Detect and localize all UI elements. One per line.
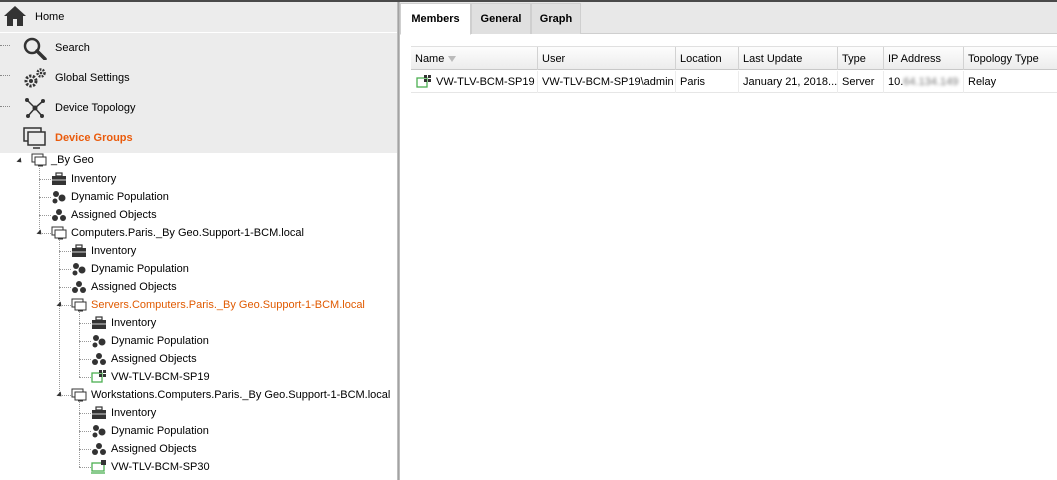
tree-label: VW-TLV-BCM-SP30 (111, 461, 210, 473)
expand-toggle[interactable] (56, 391, 64, 399)
assigned-objects-icon (72, 281, 86, 293)
nav-search-label: Search (55, 42, 90, 54)
column-header-type[interactable]: Type (838, 47, 884, 70)
tree-label: Computers.Paris._By Geo.Support-1-BCM.lo… (71, 227, 304, 239)
gears-icon (24, 68, 46, 88)
right-panel: Members General Graph Name User Location… (400, 2, 1057, 480)
briefcase-icon (92, 316, 106, 329)
dynamic-population-icon (72, 263, 86, 276)
nav-home[interactable]: Home (0, 2, 397, 32)
briefcase-icon (72, 244, 86, 257)
tree-label: Dynamic Population (91, 263, 189, 275)
column-header-ip-address[interactable]: IP Address (884, 47, 964, 70)
expand-toggle[interactable] (16, 157, 24, 165)
tree-label: Inventory (111, 407, 157, 419)
column-header-user[interactable]: User (538, 47, 676, 70)
tab-bar: Members General Graph (400, 2, 1057, 35)
cell-location: Paris (676, 71, 739, 93)
assigned-objects-icon (92, 443, 106, 455)
tree-line (39, 168, 40, 233)
ip-redacted: 64.134.149 (903, 76, 959, 88)
tree-stub (0, 75, 10, 76)
cell-user: VW-TLV-BCM-SP19\admin (538, 71, 676, 93)
tree-label: Assigned Objects (71, 209, 157, 221)
column-header-last-update[interactable]: Last Update (739, 47, 838, 70)
sort-descending-icon (448, 56, 457, 63)
dynamic-population-icon (92, 335, 106, 348)
tree-label: Workstations.Computers.Paris._By Geo.Sup… (91, 389, 391, 401)
tree-label: Assigned Objects (111, 443, 197, 455)
tree-label: Inventory (71, 173, 117, 185)
tree-label: Inventory (111, 317, 157, 329)
cell-ip-address: 10.64.134.149 (884, 71, 964, 93)
column-header-location[interactable]: Location (676, 47, 739, 70)
search-icon (23, 37, 47, 60)
tree-line (79, 312, 80, 377)
column-header-topology-type[interactable]: Topology Type (964, 47, 1057, 70)
table-row[interactable]: VW-TLV-BCM-SP19 VW-TLV-BCM-SP19\admin Pa… (411, 71, 1057, 93)
tree-line (79, 402, 80, 467)
cell-topology-type: Relay (968, 76, 997, 88)
expand-toggle[interactable] (56, 301, 64, 309)
tree-stub (0, 106, 10, 107)
dynamic-population-icon (92, 425, 106, 438)
nav-device-groups[interactable]: Device Groups (0, 123, 397, 153)
nav-home-label: Home (35, 11, 65, 23)
nav-search[interactable]: Search (0, 33, 397, 63)
device-groups-icon (23, 127, 46, 149)
workstation-icon (91, 460, 106, 474)
group-icon (31, 153, 47, 167)
assigned-objects-icon (92, 353, 106, 365)
windows-server-icon (91, 370, 106, 383)
nav-global-settings[interactable]: Global Settings (0, 63, 397, 93)
home-icon (4, 6, 26, 26)
assigned-objects-icon (52, 209, 66, 221)
nav-device-groups-label: Device Groups (55, 132, 133, 144)
tree-stub (0, 45, 10, 46)
tree-label: Dynamic Population (111, 425, 209, 437)
group-icon (71, 388, 87, 402)
tree-label: Assigned Objects (91, 281, 177, 293)
topology-icon (25, 98, 45, 118)
nav-device-topology[interactable]: Device Topology (0, 93, 397, 123)
table-header: Name User Location Last Update Type IP A… (411, 46, 1057, 70)
dynamic-population-icon (52, 191, 66, 204)
nav-device-topology-label: Device Topology (55, 102, 136, 114)
group-icon (71, 298, 87, 312)
column-header-name[interactable]: Name (411, 47, 538, 70)
briefcase-icon (52, 172, 66, 185)
cell-name-text: VW-TLV-BCM-SP19 (436, 76, 535, 88)
windows-server-icon (416, 75, 431, 88)
cell-name: VW-TLV-BCM-SP19 (411, 71, 538, 93)
briefcase-icon (92, 406, 106, 419)
nav-global-settings-label: Global Settings (55, 72, 130, 84)
tree-line (59, 240, 60, 395)
tree-label: Inventory (91, 245, 137, 257)
tree-label: Servers.Computers.Paris._By Geo.Support-… (91, 299, 365, 311)
expand-toggle[interactable] (36, 229, 44, 237)
left-panel: Home Search Global Settings Device Topol… (0, 2, 397, 480)
tab-graph[interactable]: Graph (531, 3, 581, 34)
ip-prefix: 10. (888, 76, 904, 88)
cell-type: Server (838, 71, 884, 93)
tree-label: Dynamic Population (111, 335, 209, 347)
members-table: Name User Location Last Update Type IP A… (411, 46, 1057, 93)
tree-label: Assigned Objects (111, 353, 197, 365)
tree-label: VW-TLV-BCM-SP19 (111, 371, 210, 383)
tab-general[interactable]: General (471, 3, 531, 34)
tree-label: Dynamic Population (71, 191, 169, 203)
tab-members[interactable]: Members (400, 3, 471, 35)
tree-label: _By Geo (51, 154, 94, 166)
group-icon (51, 226, 67, 240)
cell-last-update: January 21, 2018... (739, 71, 838, 93)
app-window: Home Search Global Settings Device Topol… (0, 0, 1057, 480)
